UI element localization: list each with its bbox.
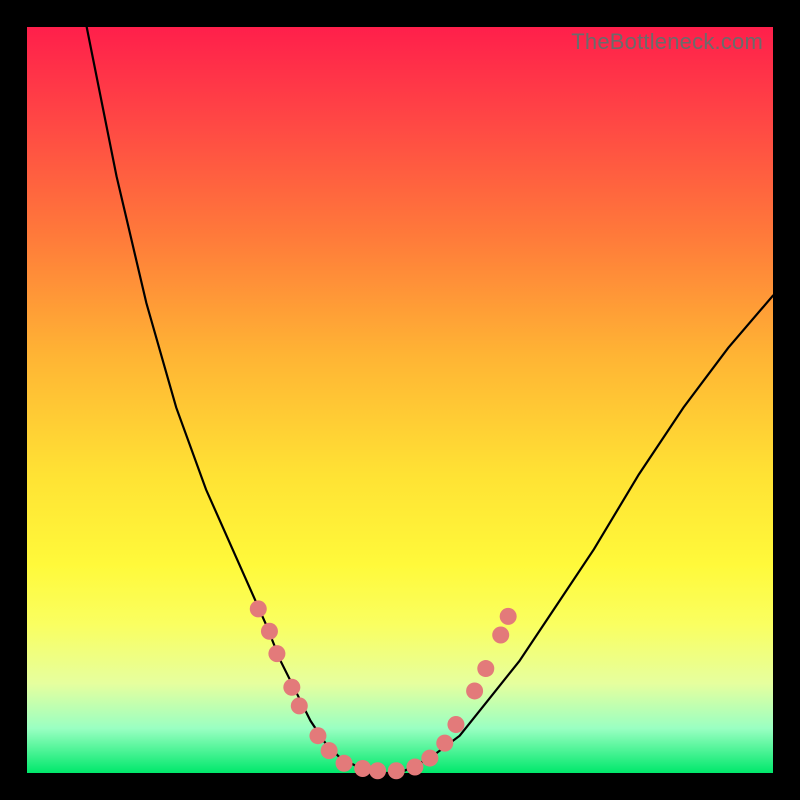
data-marker — [261, 623, 278, 640]
data-marker — [447, 716, 464, 733]
data-marker — [492, 626, 509, 643]
data-marker — [436, 735, 453, 752]
data-marker — [477, 660, 494, 677]
data-marker — [309, 727, 326, 744]
data-marker — [321, 742, 338, 759]
data-marker — [291, 697, 308, 714]
data-marker — [421, 750, 438, 767]
data-marker — [250, 600, 267, 617]
data-marker — [354, 760, 371, 777]
data-marker — [406, 759, 423, 776]
bottleneck-curve — [87, 27, 773, 773]
data-marker — [268, 645, 285, 662]
chart-frame: TheBottleneck.com — [0, 0, 800, 800]
chart-svg — [27, 27, 773, 773]
data-marker — [283, 679, 300, 696]
data-marker — [369, 762, 386, 779]
data-marker — [336, 755, 353, 772]
markers-group — [250, 600, 517, 779]
data-marker — [466, 682, 483, 699]
data-marker — [388, 762, 405, 779]
plot-area: TheBottleneck.com — [27, 27, 773, 773]
data-marker — [500, 608, 517, 625]
